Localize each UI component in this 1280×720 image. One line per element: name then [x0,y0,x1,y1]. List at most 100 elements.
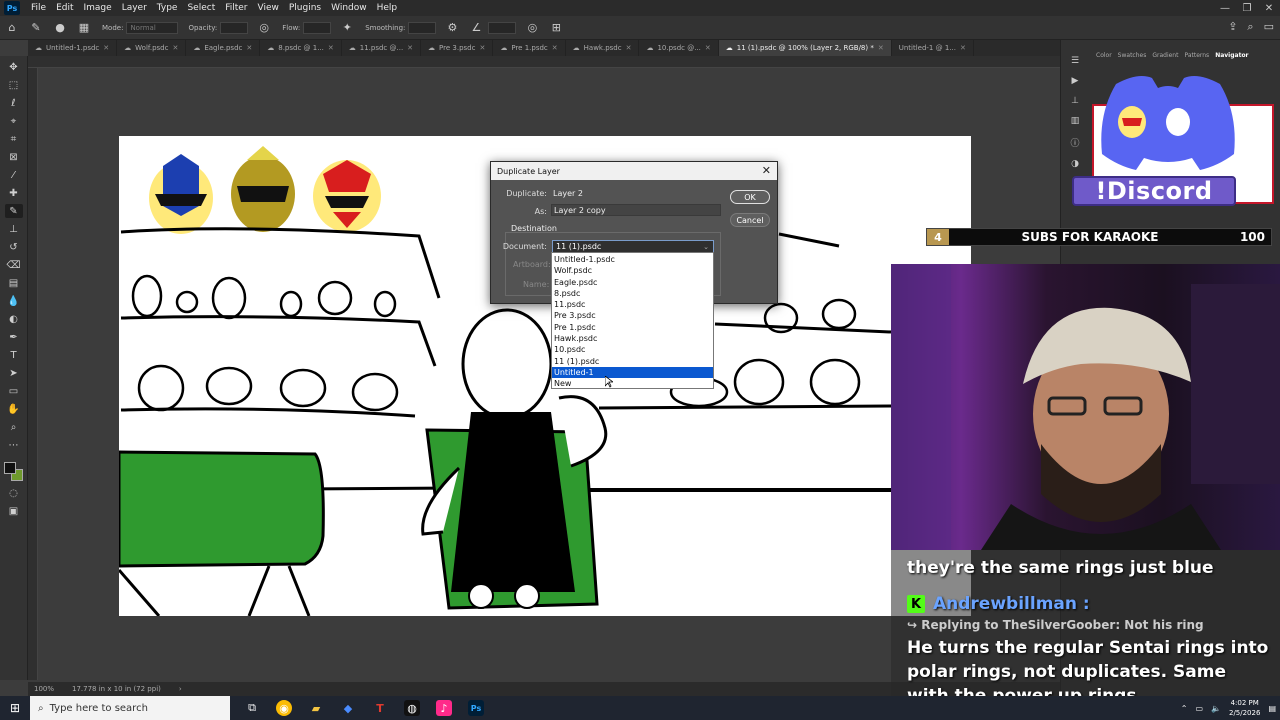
minimize-icon[interactable]: — [1214,0,1236,16]
tab-close-icon[interactable]: ✕ [626,44,632,52]
dropdown-option[interactable]: Eagle.psdc [552,277,713,288]
tab-hawk[interactable]: ☁ Hawk.psdc ✕ [566,40,640,56]
symmetry-icon[interactable]: ⊞ [548,20,564,36]
tab-close-icon[interactable]: ✕ [172,44,178,52]
tab-close-icon[interactable]: ✕ [705,44,711,52]
screen-mode-icon[interactable]: ▣ [5,504,23,518]
angle-field[interactable] [488,21,517,34]
dropdown-option-highlighted[interactable]: Untitled-1 [552,366,713,379]
dropdown-option[interactable]: 10.psdc [552,344,713,355]
tab-11-1-active[interactable]: ☁ 11 (1).psdc @ 100% (Layer 2, RGB/8) * ✕ [718,40,892,56]
menu-select[interactable]: Select [182,3,220,13]
menu-window[interactable]: Window [326,3,372,13]
pressure-size-icon[interactable]: ◎ [524,20,540,36]
tab-close-icon[interactable]: ✕ [407,44,413,52]
tab-untitled-1-psdc[interactable]: ☁ Untitled-1.psdc ✕ [28,40,118,56]
tab-close-icon[interactable]: ✕ [479,44,485,52]
search-icon[interactable]: ⌕ [1247,20,1253,34]
zoom-level[interactable]: 100% [34,685,54,693]
taskbar-search[interactable]: ⌕ Type here to search [30,696,230,720]
volume-icon[interactable]: 🔈 [1211,704,1221,713]
share-icon[interactable]: ⇪ [1228,20,1237,34]
tab-close-icon[interactable]: ✕ [878,44,884,52]
brush-preset-icon[interactable]: ● [52,20,68,36]
network-icon[interactable]: ▭ [1195,704,1203,713]
shape-tool-icon[interactable]: ▭ [5,384,23,398]
dropdown-option-new[interactable]: New [552,378,713,389]
more-tools-icon[interactable]: ⋯ [5,438,23,452]
crop-tool-icon[interactable]: ⌗ [5,132,23,146]
menu-image[interactable]: Image [79,3,117,13]
marquee-tool-icon[interactable]: ⬚ [5,78,23,92]
tab-pre-3[interactable]: ☁ Pre 3.psdc ✕ [421,40,494,56]
hand-tool-icon[interactable]: ✋ [5,402,23,416]
foreground-color-swatch[interactable] [3,462,16,474]
tab-untitled-1[interactable]: Untitled-1 @ 1... ✕ [892,40,974,56]
text-app-icon[interactable]: T [372,700,388,716]
close-icon[interactable]: ✕ [1258,0,1280,16]
move-tool-icon[interactable]: ✥ [5,60,23,74]
panel-tab-navigator[interactable]: Navigator [1215,52,1248,59]
brush-tool-icon[interactable]: ✎ [4,204,23,218]
menu-filter[interactable]: Filter [220,3,252,13]
eyedropper-tool-icon[interactable]: ⁄ [5,168,23,182]
dropdown-option[interactable]: 11.psdc [552,299,713,310]
dropdown-option[interactable]: 11 (1).psdc [552,356,713,367]
stamp-icon[interactable]: ⊥ [1071,96,1079,106]
opacity-field[interactable] [220,21,249,34]
layers-icon[interactable]: ☰ [1071,56,1079,66]
tiktok-icon[interactable]: ♪ [436,700,452,716]
tab-wolf[interactable]: ☁ Wolf.psdc ✕ [117,40,187,56]
object-select-tool-icon[interactable]: ⌖ [5,114,23,128]
tab-pre-1[interactable]: ☁ Pre 1.psdc ✕ [493,40,566,56]
path-select-tool-icon[interactable]: ➤ [5,366,23,380]
tab-close-icon[interactable]: ✕ [246,44,252,52]
dropdown-option[interactable]: 8.psdc [552,288,713,299]
status-arrow-icon[interactable]: › [179,685,182,693]
adjustments-icon[interactable]: ◑ [1071,159,1079,169]
brush-tool-icon[interactable]: ✎ [28,20,44,36]
chrome-icon[interactable]: ◉ [276,700,292,716]
healing-brush-tool-icon[interactable]: ✚ [5,186,23,200]
blur-tool-icon[interactable]: 💧 [5,294,23,308]
flow-field[interactable] [303,21,332,34]
color-swatches[interactable] [3,462,24,482]
gradient-tool-icon[interactable]: ▤ [5,276,23,290]
maximize-icon[interactable]: ❐ [1236,0,1258,16]
menu-file[interactable]: File [26,3,51,13]
dropdown-option[interactable]: Untitled-1.psdc [552,254,713,265]
tab-8[interactable]: ☁ 8.psdc @ 1... ✕ [260,40,342,56]
panel-tab-gradient[interactable]: Gradient [1152,52,1178,59]
task-view-icon[interactable]: ⧉ [244,700,260,716]
menu-type[interactable]: Type [152,3,183,13]
file-explorer-icon[interactable]: ▰ [308,700,324,716]
history-brush-tool-icon[interactable]: ↺ [5,240,23,254]
dialog-close-icon[interactable]: ✕ [762,164,771,177]
lasso-tool-icon[interactable]: ℓ [5,96,23,110]
ok-button[interactable]: OK [730,190,770,204]
tab-10[interactable]: ☁ 10.psdc @... ✕ [639,40,719,56]
menu-plugins[interactable]: Plugins [284,3,326,13]
mode-select[interactable]: Normal [126,21,179,34]
brush-settings-icon[interactable]: ▦ [76,20,92,36]
panel-tab-swatches[interactable]: Swatches [1118,52,1147,59]
quick-mask-icon[interactable]: ◌ [5,486,23,500]
menu-view[interactable]: View [253,3,284,13]
dropdown-option[interactable]: Wolf.psdc [552,265,713,276]
tab-eagle[interactable]: ☁ Eagle.psdc ✕ [186,40,261,56]
photoshop-taskbar-icon[interactable]: Ps [468,700,484,716]
tab-11[interactable]: ☁ 11.psdc @... ✕ [342,40,422,56]
home-icon[interactable]: ⌂ [4,20,20,36]
taskbar-clock[interactable]: 4:02 PM 2/5/2026 [1229,698,1260,718]
info-icon[interactable]: ⓘ [1070,136,1079,149]
tab-close-icon[interactable]: ✕ [552,44,558,52]
smoothing-settings-gear-icon[interactable]: ⚙ [444,20,460,36]
play-icon[interactable]: ▶ [1072,76,1079,86]
menu-layer[interactable]: Layer [117,3,152,13]
notification-icon[interactable]: ▤ [1268,704,1276,713]
tab-close-icon[interactable]: ✕ [960,44,966,52]
clone-stamp-tool-icon[interactable]: ⊥ [5,222,23,236]
pen-tool-icon[interactable]: ✒ [5,330,23,344]
obs-icon[interactable]: ◍ [404,700,420,716]
zoom-tool-icon[interactable]: ⌕ [5,420,23,434]
